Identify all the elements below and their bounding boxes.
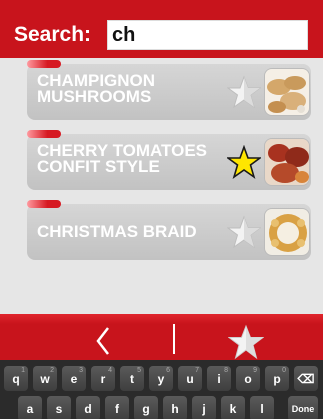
item-tab-decoration xyxy=(27,200,61,208)
key-w[interactable]: w2 xyxy=(33,366,57,391)
search-input[interactable] xyxy=(107,20,308,50)
item-title: CHERRY TOMATOES CONFIT STYLE xyxy=(37,141,208,176)
key-g[interactable]: g xyxy=(134,396,158,419)
nav-shade xyxy=(0,314,323,324)
key-alt-label: 1 xyxy=(21,367,25,374)
tomatoes-photo xyxy=(264,138,310,186)
mushrooms-photo xyxy=(264,68,310,116)
key-e[interactable]: e3 xyxy=(62,366,86,391)
key-s[interactable]: s xyxy=(47,396,71,419)
key-r[interactable]: r4 xyxy=(91,366,115,391)
item-tab-decoration xyxy=(27,130,61,138)
key-f[interactable]: f xyxy=(105,396,129,419)
star-filled-icon[interactable] xyxy=(227,145,261,179)
key-alt-label: 9 xyxy=(253,367,257,374)
item-title: CHRISTMAS BRAID xyxy=(37,222,197,241)
on-screen-keyboard: q 1 w 2 e 3 r 4 t 5 y 6 u 7 i 8 o 9 p 0 ⌫ a s d f g h j k l Done xyxy=(0,360,323,419)
key-alt-label: 5 xyxy=(137,367,141,374)
key-d[interactable]: d xyxy=(76,396,100,419)
key-o[interactable]: o9 xyxy=(236,366,260,391)
search-label: Search: xyxy=(14,23,92,46)
star-outline-icon[interactable] xyxy=(227,215,261,249)
key-alt-label: 0 xyxy=(282,367,286,374)
key-p[interactable]: p0 xyxy=(265,366,289,391)
key-alt-label: 7 xyxy=(195,367,199,374)
item-title: CHAMPIGNON MUSHROOMS xyxy=(37,71,156,106)
nav-divider xyxy=(173,324,175,354)
key-alt-label: 3 xyxy=(79,367,83,374)
key-a[interactable]: a xyxy=(18,396,42,419)
key-k[interactable]: k xyxy=(221,396,245,419)
key-alt-label: 4 xyxy=(108,367,112,374)
key-alt-label: 2 xyxy=(50,367,54,374)
back-chevron-icon[interactable] xyxy=(88,324,118,358)
list-item[interactable]: CHERRY TOMATOES CONFIT STYLE xyxy=(27,130,311,190)
list-item[interactable]: CHRISTMAS BRAID xyxy=(27,200,311,260)
key-j[interactable]: j xyxy=(192,396,216,419)
key-q[interactable]: q1 xyxy=(4,366,28,391)
key-alt-label: 8 xyxy=(224,367,228,374)
key-l[interactable]: l xyxy=(250,396,274,419)
star-outline-icon[interactable] xyxy=(227,75,261,109)
key-y[interactable]: y6 xyxy=(149,366,173,391)
backspace-key[interactable]: ⌫ xyxy=(294,366,318,391)
item-tab-decoration xyxy=(27,60,61,68)
star-icon[interactable] xyxy=(228,324,264,360)
key-u[interactable]: u7 xyxy=(178,366,202,391)
key-h[interactable]: h xyxy=(163,396,187,419)
key-alt-label: 6 xyxy=(166,367,170,374)
braid-photo xyxy=(264,208,310,256)
search-bar: Search: xyxy=(0,0,323,58)
key-i[interactable]: i8 xyxy=(207,366,231,391)
key-t[interactable]: t5 xyxy=(120,366,144,391)
list-item[interactable]: CHAMPIGNON MUSHROOMS xyxy=(27,60,311,120)
done-key[interactable]: Done xyxy=(288,396,318,419)
bottom-nav-bar xyxy=(0,314,323,366)
